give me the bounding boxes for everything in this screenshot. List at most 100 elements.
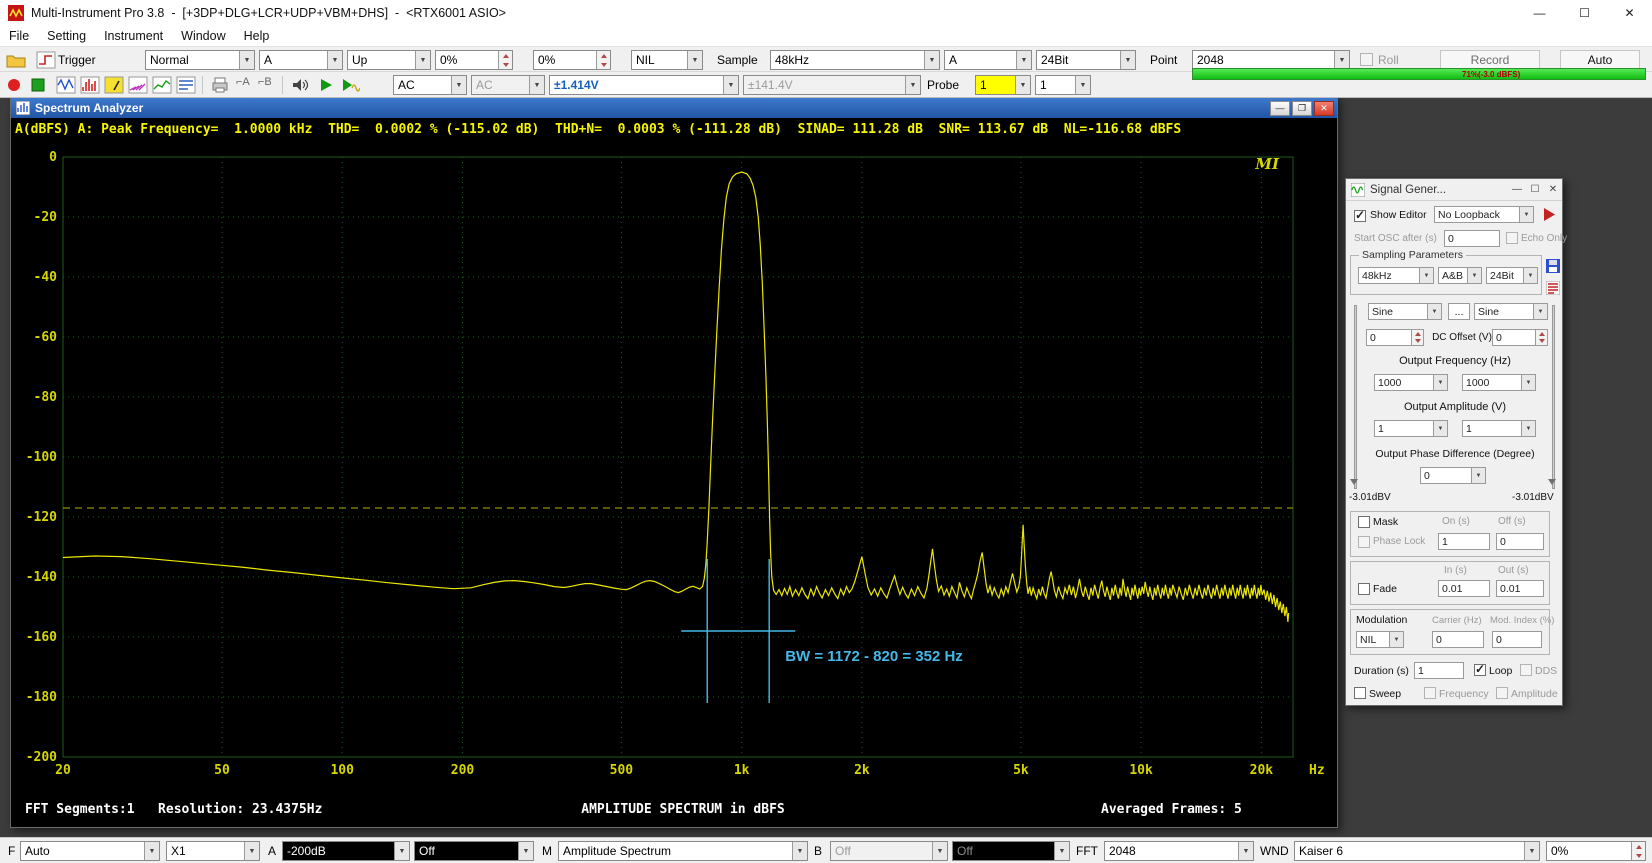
- trigger-delay-stepper[interactable]: 0%: [533, 50, 611, 70]
- waveform-b-select[interactable]: Sine: [1474, 303, 1548, 320]
- dc-offset-a-stepper[interactable]: 0: [1366, 329, 1424, 346]
- sampling-channel-select[interactable]: A: [944, 50, 1032, 70]
- menu-setting[interactable]: Setting: [38, 29, 95, 43]
- show-editor-checkbox[interactable]: [1354, 210, 1366, 222]
- roll-checkbox[interactable]: [1360, 53, 1373, 66]
- close-icon[interactable]: ✕: [1314, 101, 1334, 116]
- label-a-icon[interactable]: ⌐A: [236, 76, 256, 94]
- mask-on-input[interactable]: 1: [1438, 533, 1490, 550]
- dc-offset-b-stepper[interactable]: 0: [1492, 329, 1548, 346]
- start-osc-input[interactable]: 0: [1444, 230, 1500, 247]
- trigger-edge-select[interactable]: Up: [347, 50, 431, 70]
- run-icon[interactable]: [28, 76, 48, 94]
- slider-thumb-icon[interactable]: [1350, 479, 1358, 489]
- coupling-a-select[interactable]: AC: [393, 75, 467, 95]
- device-test-plan-icon[interactable]: [176, 76, 196, 94]
- fade-out-input[interactable]: 0.01: [1496, 580, 1544, 597]
- record-button[interactable]: Record: [1440, 50, 1540, 70]
- fade-in-input[interactable]: 0.01: [1438, 580, 1490, 597]
- close-icon[interactable]: ✕: [1607, 0, 1652, 26]
- spin-arrows-icon[interactable]: [1631, 842, 1645, 860]
- spin-arrows-icon[interactable]: [498, 51, 512, 69]
- close-icon[interactable]: ✕: [1544, 182, 1562, 198]
- open-folder-icon[interactable]: [6, 51, 26, 69]
- frequency-a-input[interactable]: 1000: [1374, 374, 1448, 391]
- amplitude-slider-b[interactable]: [1552, 305, 1555, 489]
- waveform-a-select[interactable]: Sine: [1368, 303, 1442, 320]
- amplitude-b-input[interactable]: 1: [1462, 420, 1536, 437]
- maximize-icon[interactable]: ☐: [1562, 0, 1607, 26]
- echo-only-checkbox[interactable]: [1506, 232, 1518, 244]
- trigger-level-stepper[interactable]: 0%: [435, 50, 513, 70]
- data-logger-icon[interactable]: [152, 76, 172, 94]
- amplitude-a-input[interactable]: 1: [1374, 420, 1448, 437]
- label-b-icon[interactable]: ⌐B: [258, 76, 278, 94]
- duration-input[interactable]: 1: [1414, 662, 1464, 679]
- modulation-select[interactable]: NIL: [1356, 631, 1404, 648]
- sweep-frequency-checkbox[interactable]: [1424, 687, 1436, 699]
- sweep-amplitude-checkbox[interactable]: [1496, 687, 1508, 699]
- window-function-select[interactable]: Kaiser 6: [1294, 841, 1540, 861]
- display-mode-select[interactable]: Amplitude Spectrum: [558, 841, 808, 861]
- spin-arrows-icon[interactable]: [596, 51, 610, 69]
- auto-button[interactable]: Auto: [1560, 50, 1640, 70]
- menu-help[interactable]: Help: [235, 29, 279, 43]
- gen-bit-depth-select[interactable]: 24Bit: [1486, 267, 1538, 284]
- run-generator-button[interactable]: [1542, 207, 1556, 222]
- signal-generator-titlebar[interactable]: Signal Gener... — ☐ ✕: [1346, 179, 1562, 201]
- play-icon[interactable]: [316, 76, 336, 94]
- b-offset-select[interactable]: Off: [952, 841, 1070, 861]
- minimize-icon[interactable]: —: [1517, 0, 1562, 26]
- frequency-b-input[interactable]: 1000: [1462, 374, 1536, 391]
- printer-icon[interactable]: [210, 76, 230, 94]
- bit-depth-select[interactable]: 24Bit: [1036, 50, 1136, 70]
- a-offset-select[interactable]: Off: [414, 841, 534, 861]
- play-sine-icon[interactable]: [340, 76, 360, 94]
- trigger-source-select[interactable]: A: [259, 50, 343, 70]
- menu-instrument[interactable]: Instrument: [95, 29, 172, 43]
- mask-checkbox[interactable]: [1358, 516, 1370, 528]
- record-icon[interactable]: [4, 76, 24, 94]
- probe-a-select[interactable]: 1: [975, 75, 1031, 95]
- spectrum-3d-plot-icon[interactable]: [128, 76, 148, 94]
- dds-checkbox[interactable]: [1520, 664, 1532, 676]
- mod-index-input[interactable]: 0: [1492, 631, 1542, 648]
- editor-icon[interactable]: [1546, 281, 1560, 295]
- fft-size-select[interactable]: 2048: [1104, 841, 1254, 861]
- spectrum-window-titlebar[interactable]: Spectrum Analyzer — ❐ ✕: [11, 98, 1337, 118]
- spin-arrows-icon[interactable]: [1411, 330, 1423, 345]
- maximize-icon[interactable]: ☐: [1526, 182, 1544, 198]
- save-icon[interactable]: [1546, 259, 1560, 273]
- range-b-select[interactable]: ±141.4V: [743, 75, 921, 95]
- spectrum-chart[interactable]: 20501002005001k2k5k10k20kHz0-20-40-60-80…: [11, 140, 1337, 827]
- loopback-select[interactable]: No Loopback: [1434, 206, 1534, 223]
- gen-channel-select[interactable]: A&B: [1438, 267, 1482, 284]
- loop-checkbox[interactable]: [1474, 664, 1486, 676]
- amplitude-slider-a[interactable]: [1354, 305, 1357, 489]
- phase-difference-select[interactable]: 0: [1420, 467, 1486, 484]
- menu-window[interactable]: Window: [172, 29, 234, 43]
- slider-thumb-icon[interactable]: [1548, 479, 1556, 489]
- spectrum-analyzer-icon[interactable]: [80, 76, 100, 94]
- carrier-input[interactable]: 0: [1432, 631, 1484, 648]
- menu-file[interactable]: File: [0, 29, 38, 43]
- x-multiplier-select[interactable]: X1: [166, 841, 260, 861]
- probe-b-select[interactable]: 1: [1035, 75, 1091, 95]
- multimeter-icon[interactable]: [104, 76, 124, 94]
- phase-lock-checkbox[interactable]: [1358, 536, 1370, 548]
- hpf-select[interactable]: NIL: [631, 50, 703, 70]
- b-scale-select[interactable]: Off: [830, 841, 948, 861]
- frequency-range-select[interactable]: Auto: [20, 841, 160, 861]
- oscilloscope-icon[interactable]: [56, 76, 76, 94]
- range-a-select[interactable]: ±1.414V: [549, 75, 739, 95]
- record-length-select[interactable]: 2048: [1192, 50, 1350, 70]
- trigger-mode-select[interactable]: Normal: [145, 50, 255, 70]
- speaker-icon[interactable]: [290, 76, 310, 94]
- fade-checkbox[interactable]: [1358, 583, 1370, 595]
- minimize-icon[interactable]: —: [1508, 182, 1526, 198]
- gen-sample-rate-select[interactable]: 48kHz: [1358, 267, 1434, 284]
- mask-off-input[interactable]: 0: [1496, 533, 1544, 550]
- sample-rate-select[interactable]: 48kHz: [770, 50, 940, 70]
- waveform-more-button[interactable]: ...: [1448, 303, 1470, 320]
- a-scale-select[interactable]: -200dB: [282, 841, 410, 861]
